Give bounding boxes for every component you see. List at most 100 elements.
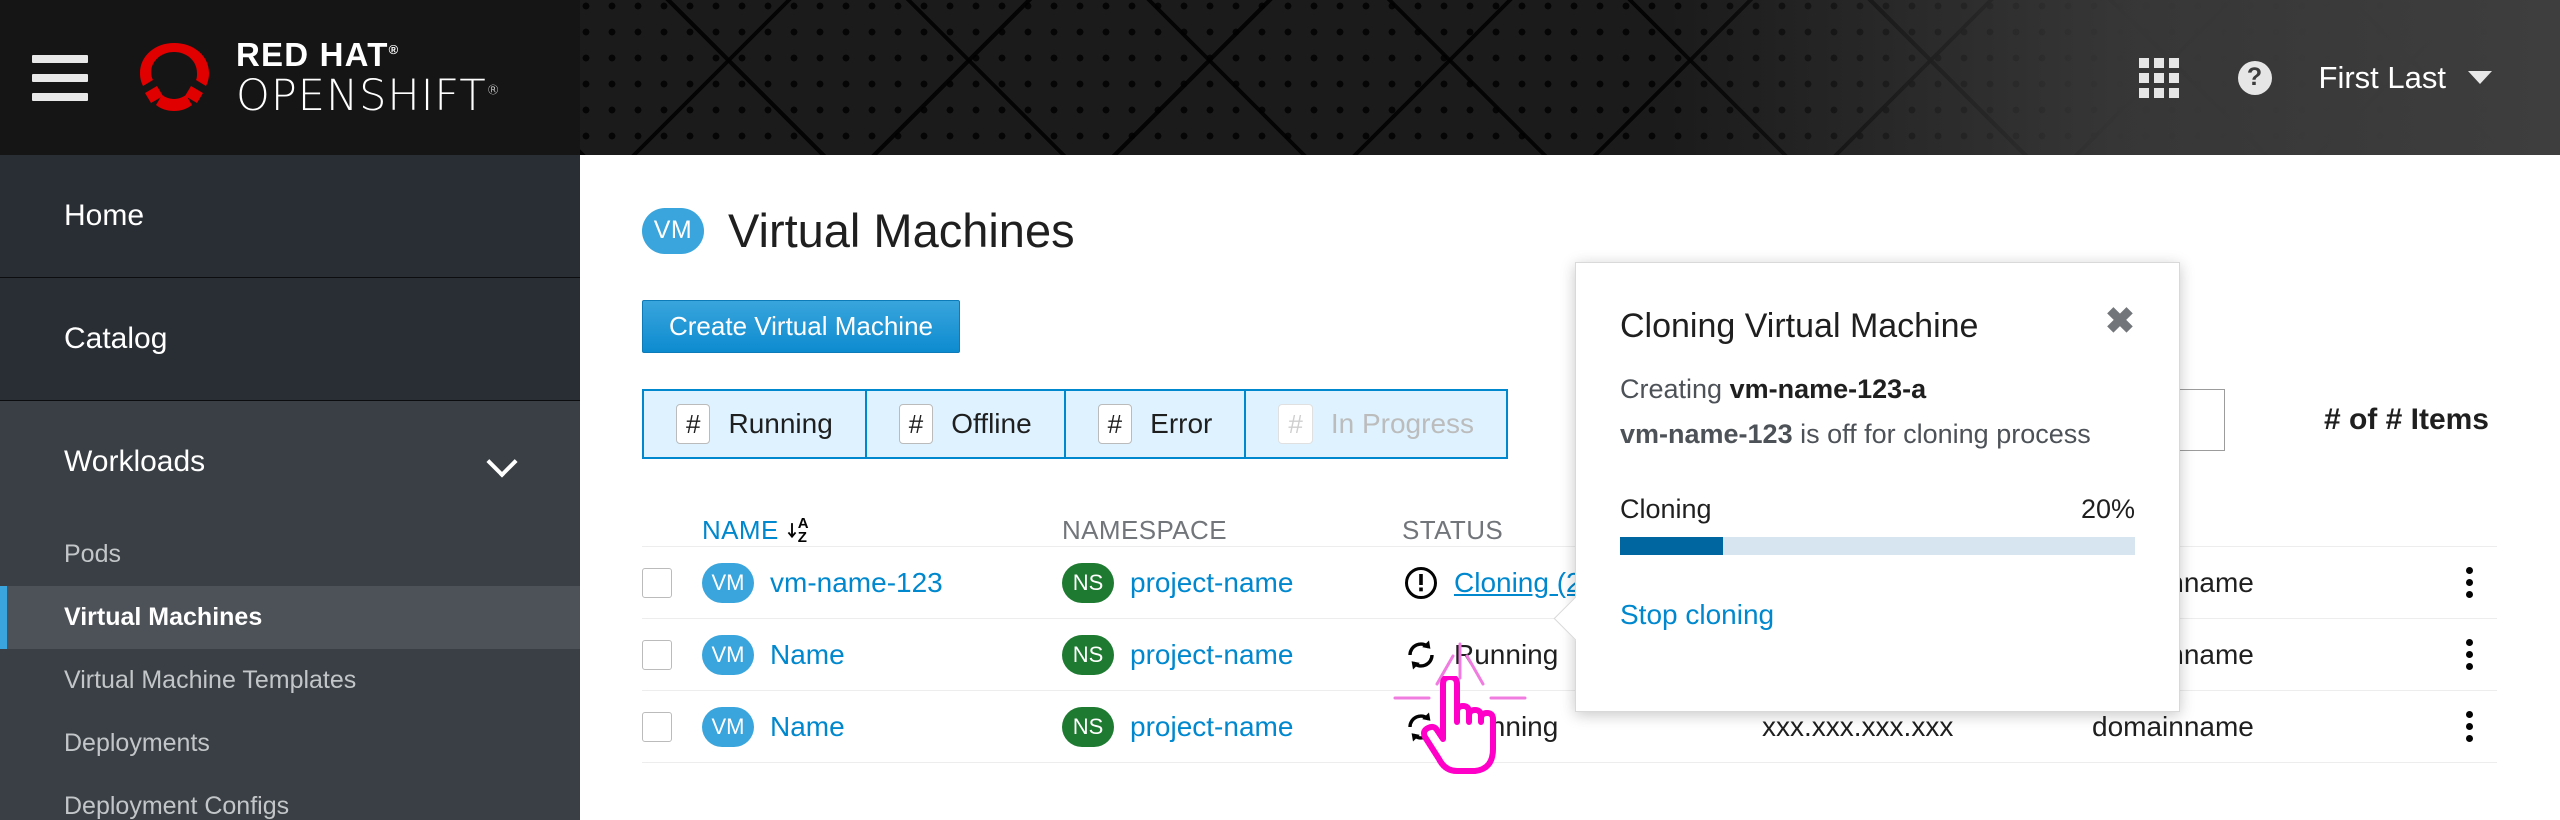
row-checkbox[interactable] xyxy=(642,639,672,670)
cloning-popover: Cloning Virtual Machine ✖ Creating vm-na… xyxy=(1575,262,2180,712)
cell-namespace: NS project-name xyxy=(1062,706,1402,747)
cell-namespace: NS project-name xyxy=(1062,562,1402,603)
page-header: VM Virtual Machines xyxy=(580,155,2560,258)
help-button[interactable]: ? xyxy=(2207,0,2303,155)
sidebar-item-deployment-configs[interactable]: Deployment Configs xyxy=(0,775,580,820)
page-title: Virtual Machines xyxy=(728,204,1075,257)
cell-name: VM vm-name-123 xyxy=(702,562,1062,603)
chevron-down-icon xyxy=(2468,71,2492,84)
sidebar-group-label: Workloads xyxy=(64,445,206,478)
user-name-label: First Last xyxy=(2318,59,2446,95)
masthead-left: RED HAT® OPENSHIFT® xyxy=(0,0,501,155)
namespace-link[interactable]: project-name xyxy=(1130,567,1293,599)
table-row: VM Name NS project-name xyxy=(642,691,2497,763)
exclamation-circle-icon xyxy=(1402,566,1440,600)
stop-cloning-link[interactable]: Stop cloning xyxy=(1620,599,2135,631)
sidebar-item-home[interactable]: Home xyxy=(0,155,580,277)
sidebar-item-pods[interactable]: Pods xyxy=(0,523,580,586)
namespace-link[interactable]: project-name xyxy=(1130,639,1293,671)
hamburger-icon[interactable] xyxy=(0,0,120,155)
create-virtual-machine-button[interactable]: Create Virtual Machine xyxy=(642,300,960,353)
filter-count-badge: # xyxy=(676,404,711,444)
cell-name: VM Name xyxy=(702,634,1062,675)
grid-icon xyxy=(2138,57,2179,98)
sidebar-item-label: Home xyxy=(64,199,145,232)
sidebar-group-workloads[interactable]: Workloads xyxy=(0,401,580,523)
sidebar-item-virtual-machine-templates[interactable]: Virtual Machine Templates xyxy=(0,649,580,712)
sidebar-item-label: Deployments xyxy=(64,729,210,757)
main-content: VM Virtual Machines Create Virtual Machi… xyxy=(580,155,2560,820)
row-select-cell xyxy=(642,639,702,670)
popover-creating-line: Creating vm-name-123-a xyxy=(1620,374,2135,405)
nav-section-home: Home xyxy=(0,155,580,278)
progress-value: 20% xyxy=(2080,494,2135,524)
sync-icon xyxy=(1402,638,1440,672)
sidebar-item-deployments[interactable]: Deployments xyxy=(0,712,580,775)
namespace-link[interactable]: project-name xyxy=(1130,711,1293,743)
column-label: NAMESPACE xyxy=(1062,515,1227,545)
row-checkbox[interactable] xyxy=(642,567,672,598)
kebab-icon[interactable] xyxy=(2460,705,2479,748)
vm-resource-icon: VM xyxy=(702,562,754,603)
filter-count-badge: # xyxy=(898,404,934,444)
sort-letter-bottom: Z xyxy=(797,528,808,546)
sidebar-item-label: Pods xyxy=(64,540,121,568)
ip-address-value: xxx.xxx.xxx.xxx xyxy=(1762,710,1954,742)
sidebar-item-catalog[interactable]: Catalog xyxy=(0,278,580,400)
sidebar-navigation: Home Catalog Workloads Pods Virtual Mach… xyxy=(0,155,580,820)
user-menu[interactable]: First Last xyxy=(2303,0,2522,155)
column-label: NAME xyxy=(702,515,779,545)
red-hat-openshift-logo[interactable]: RED HAT® OPENSHIFT® xyxy=(120,29,501,127)
filter-chip-offline[interactable]: # Offline xyxy=(865,389,1065,459)
sync-icon xyxy=(1402,710,1440,744)
status-value: Running xyxy=(1454,710,1559,742)
creating-vm-name: vm-name-123-a xyxy=(1729,374,1927,404)
sidebar-group-body: Pods Virtual Machines Virtual Machine Te… xyxy=(0,523,580,820)
filter-chip-running[interactable]: # Running xyxy=(642,389,866,459)
sidebar-item-virtual-machines[interactable]: Virtual Machines xyxy=(0,586,580,649)
cell-namespace: NS project-name xyxy=(1062,634,1402,675)
namespace-resource-icon: NS xyxy=(1062,706,1114,747)
vm-name-link[interactable]: Name xyxy=(770,711,845,743)
cell-name: VM Name xyxy=(702,706,1062,747)
chevron-down-icon xyxy=(488,447,518,477)
row-select-cell xyxy=(642,711,702,742)
cell-fqdn: domainname xyxy=(2092,711,2392,743)
vm-resource-icon: VM xyxy=(702,634,754,675)
column-label: STATUS xyxy=(1402,515,1504,545)
filter-chip-in-progress[interactable]: # In Progress xyxy=(1245,389,1509,459)
items-count-label: # of # Items xyxy=(2323,403,2489,436)
masthead-right: ? First Last xyxy=(2111,0,2522,155)
cell-status: Running xyxy=(1402,710,1762,744)
progress-bar-fill xyxy=(1620,537,1723,555)
popover-body: Creating vm-name-123-a vm-name-123 is of… xyxy=(1576,346,2179,631)
progress-bar-track xyxy=(1620,537,2135,555)
red-hat-logo-icon xyxy=(120,29,228,127)
filter-chip-label: Error xyxy=(1150,408,1213,439)
table-toolbar: # Running # Offline # Error # In Progres… xyxy=(642,389,2497,459)
popover-source-line: vm-name-123 is off for cloning process xyxy=(1620,419,2135,450)
brand-openshift: OPENSHIFT xyxy=(236,70,487,121)
logo-wordmark: RED HAT® OPENSHIFT® xyxy=(236,35,501,121)
vm-resource-icon: VM xyxy=(642,207,704,254)
status-value: Running xyxy=(1454,638,1559,670)
vm-name-link[interactable]: Name xyxy=(770,639,845,671)
filter-chip-error[interactable]: # Error xyxy=(1064,389,1246,459)
masthead: RED HAT® OPENSHIFT® ? First Last xyxy=(0,0,2560,155)
column-header-namespace[interactable]: NAMESPACE xyxy=(1062,515,1402,546)
kebab-icon[interactable] xyxy=(2460,561,2479,604)
application-launcher-button[interactable] xyxy=(2111,0,2207,155)
table-header-row: NAME A Z NAMESPACE STATUS xyxy=(642,489,2497,547)
sort-alpha-down-icon: A Z xyxy=(787,516,809,546)
row-checkbox[interactable] xyxy=(642,711,672,742)
filter-count-badge: # xyxy=(1278,404,1313,444)
row-select-cell xyxy=(642,567,702,598)
close-icon[interactable]: ✖ xyxy=(2105,303,2135,339)
namespace-resource-icon: NS xyxy=(1062,634,1114,675)
vm-name-link[interactable]: vm-name-123 xyxy=(770,567,943,599)
kebab-icon[interactable] xyxy=(2460,633,2479,676)
creating-prefix: Creating xyxy=(1620,374,1730,404)
popover-header: Cloning Virtual Machine ✖ xyxy=(1576,263,2179,346)
column-header-name[interactable]: NAME A Z xyxy=(702,515,1062,546)
filter-chip-label: In Progress xyxy=(1330,408,1475,439)
